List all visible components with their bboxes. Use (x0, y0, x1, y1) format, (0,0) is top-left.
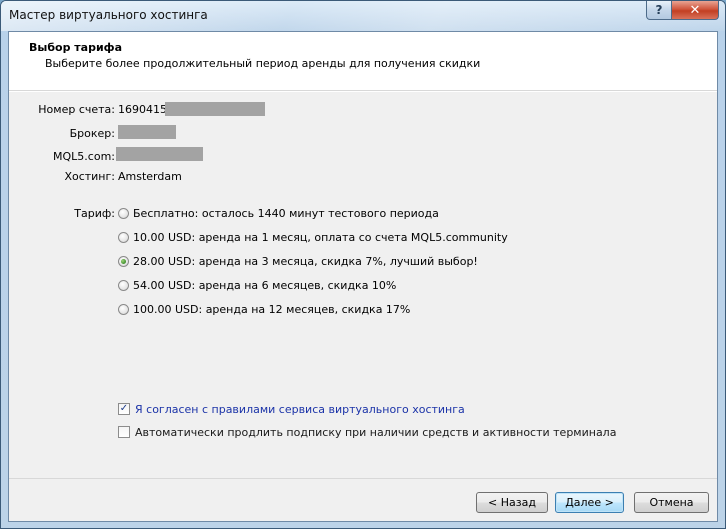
tariff-option-1-month[interactable]: 10.00 USD: аренда на 1 месяц, оплата со … (118, 229, 508, 245)
radio-button[interactable] (118, 207, 129, 219)
tariff-option-label: 28.00 USD: аренда на 3 месяца, скидка 7%… (133, 254, 478, 268)
wizard-header: Выбор тарифа Выберите более продолжитель… (9, 32, 717, 91)
broker-label: Брокер: (69, 127, 115, 140)
tariff-option-label: 10.00 USD: аренда на 1 месяц, оплата со … (133, 230, 508, 244)
page-subtitle: Выберите более продолжительный период ар… (45, 57, 481, 70)
help-button[interactable]: ? (646, 1, 672, 20)
title-bar[interactable]: Мастер виртуального хостинга ? ✕ (1, 1, 725, 31)
back-button[interactable]: < Назад (476, 492, 548, 513)
agree-rules-label[interactable]: Я согласен с правилами сервиса виртуальн… (135, 403, 465, 416)
radio-button[interactable] (118, 303, 129, 315)
dialog-client-area: Выбор тарифа Выберите более продолжитель… (8, 31, 718, 522)
window-title: Мастер виртуального хостинга (9, 8, 208, 22)
tariff-option-12-months[interactable]: 100.00 USD: аренда на 12 месяцев, скидка… (118, 301, 410, 317)
tariff-label: Тариф: (74, 207, 115, 220)
redacted-account-name (165, 102, 265, 116)
header-divider (9, 91, 717, 92)
account-value: 1690415, (118, 103, 171, 116)
help-icon: ? (655, 3, 663, 17)
radio-button[interactable] (118, 279, 129, 291)
close-icon: ✕ (689, 2, 701, 18)
page-title: Выбор тарифа (29, 41, 122, 54)
autorenew-label[interactable]: Автоматически продлить подписку при нали… (135, 426, 616, 439)
agree-rules-checkbox-row[interactable]: ✓ Я согласен с правилами сервиса виртуал… (118, 401, 465, 417)
redacted-broker (118, 125, 176, 139)
autorenew-checkbox-row[interactable]: Автоматически продлить подписку при нали… (118, 424, 616, 440)
cancel-button[interactable]: Отмена (634, 492, 709, 513)
hosting-value: Amsterdam (118, 170, 182, 183)
agree-rules-checkbox[interactable]: ✓ (118, 403, 130, 415)
close-button[interactable]: ✕ (671, 1, 719, 20)
footer-divider (9, 478, 717, 479)
mql5-label: MQL5.com: (53, 150, 115, 163)
tariff-option-free[interactable]: Бесплатно: осталось 1440 минут тестового… (118, 205, 439, 221)
tariff-option-label: 54.00 USD: аренда на 6 месяцев, скидка 1… (133, 278, 397, 292)
wizard-window: Мастер виртуального хостинга ? ✕ Выбор т… (0, 0, 726, 529)
tariff-option-3-months[interactable]: 28.00 USD: аренда на 3 месяца, скидка 7%… (118, 253, 478, 269)
tariff-option-6-months[interactable]: 54.00 USD: аренда на 6 месяцев, скидка 1… (118, 277, 396, 293)
radio-button-selected[interactable] (118, 255, 129, 267)
radio-button[interactable] (118, 231, 129, 243)
tariff-option-label: Бесплатно: осталось 1440 минут тестового… (133, 206, 439, 220)
next-button[interactable]: Далее > (555, 492, 624, 513)
redacted-mql5-login (116, 147, 203, 161)
autorenew-checkbox[interactable] (118, 426, 130, 438)
account-label: Номер счета: (38, 103, 115, 116)
tariff-option-label: 100.00 USD: аренда на 12 месяцев, скидка… (133, 302, 411, 316)
hosting-label: Хостинг: (64, 170, 115, 183)
